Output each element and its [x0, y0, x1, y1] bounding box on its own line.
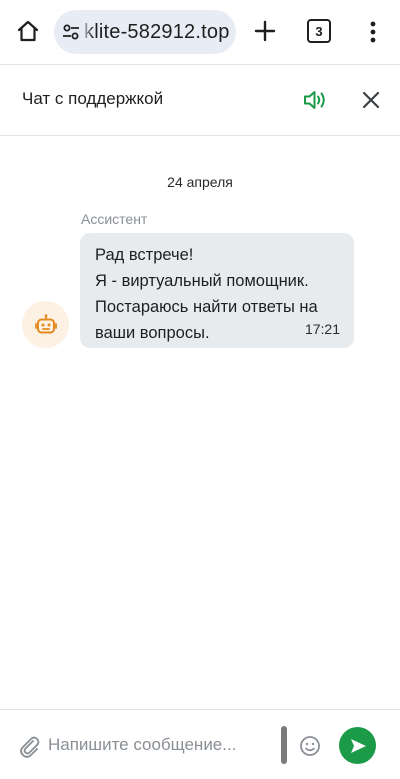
sound-toggle-button[interactable] [300, 85, 330, 115]
chat-header: Чат с поддержкой [0, 64, 400, 136]
send-icon [350, 738, 366, 753]
attach-file-button[interactable] [16, 732, 42, 760]
message-line: Постараюсь найти ответы на [95, 298, 318, 316]
tune-icon [63, 24, 79, 40]
send-button[interactable] [339, 727, 376, 764]
message-input[interactable] [48, 730, 280, 760]
tab-count: 3 [315, 23, 323, 39]
site-settings-button[interactable] [60, 20, 82, 44]
more-vert-icon [370, 21, 376, 43]
new-tab-button[interactable] [250, 16, 280, 46]
browser-menu-button[interactable] [362, 16, 384, 48]
paperclip-icon [20, 736, 40, 758]
emoji-button[interactable] [298, 734, 322, 758]
message-composer [0, 709, 400, 779]
assistant-avatar [22, 301, 69, 348]
message-line: Рад встрече! [95, 246, 194, 264]
url-text: klite-582912.top [84, 21, 230, 43]
close-chat-button[interactable] [356, 85, 386, 115]
robot-icon [34, 313, 57, 333]
chat-title: Чат с поддержкой [22, 89, 164, 108]
date-separator: 24 апреля [167, 174, 233, 190]
text-cursor-handle[interactable] [281, 726, 287, 764]
browser-toolbar: klite-582912.top 3 [0, 0, 400, 64]
address-bar[interactable]: klite-582912.top [54, 10, 236, 54]
message-timestamp: 17:21 [304, 321, 340, 337]
close-icon [362, 91, 380, 109]
message-line: ваши вопросы. [95, 324, 210, 342]
emoji-icon [300, 736, 320, 756]
volume-icon [304, 91, 325, 109]
home-button[interactable] [12, 14, 44, 48]
message-list: 24 апреля Ассистент Рад встрече! Я - вир… [0, 137, 400, 709]
home-icon [17, 20, 39, 42]
message-bubble: Рад встрече! Я - виртуальный помощник. П… [80, 233, 354, 348]
tab-switcher-button[interactable]: 3 [307, 19, 331, 43]
sender-name: Ассистент [81, 211, 148, 227]
plus-icon [254, 20, 276, 42]
message-line: Я - виртуальный помощник. [95, 272, 309, 290]
url-fade [80, 10, 94, 54]
